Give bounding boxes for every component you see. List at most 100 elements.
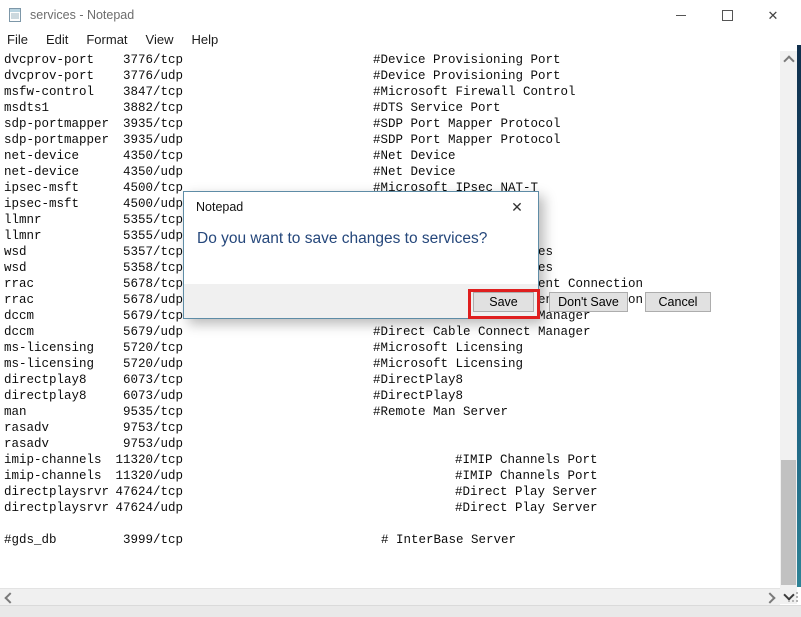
text-line: dvcprov-port3776/udp#Device Provisioning… [0, 68, 780, 84]
service-comment: #DirectPlay8 [373, 373, 463, 387]
text-line: rasadv9753/tcp [0, 420, 780, 436]
service-port: 6073/udp [0, 389, 183, 403]
text-line: net-device4350/udp#Net Device [0, 164, 780, 180]
scroll-right-button[interactable] [763, 589, 780, 606]
chevron-right-icon [764, 592, 775, 603]
service-comment: #DirectPlay8 [373, 389, 463, 403]
dialog-button-strip: SaveDon't SaveCancel [184, 284, 538, 318]
service-comment: #IMIP Channels Port [455, 469, 598, 483]
text-line: sdp-portmapper3935/tcp#SDP Port Mapper P… [0, 116, 780, 132]
service-comment: #IMIP Channels Port [455, 453, 598, 467]
menu-item-edit[interactable]: Edit [37, 30, 77, 50]
service-port: 5679/udp [0, 325, 183, 339]
text-line: dvcprov-port3776/tcp#Device Provisioning… [0, 52, 780, 68]
text-line: msfw-control3847/tcp#Microsoft Firewall … [0, 84, 780, 100]
text-line [0, 516, 780, 532]
service-port: 4350/tcp [0, 149, 183, 163]
save-changes-dialog: Notepad ✕ Do you want to save changes to… [183, 191, 539, 319]
highlight-annotation-box [468, 289, 540, 319]
menu-item-help[interactable]: Help [182, 30, 227, 50]
service-comment: #Direct Cable Connect Manager [373, 325, 591, 339]
service-port: 5357/tcp [0, 245, 183, 259]
menu-item-file[interactable]: File [0, 30, 37, 50]
close-icon: ✕ [768, 9, 779, 22]
service-port: 3776/udp [0, 69, 183, 83]
maximize-button[interactable] [704, 0, 750, 30]
chevron-up-icon [783, 55, 794, 66]
save-button[interactable]: Save [473, 292, 534, 312]
text-line: imip-channels11320/tcp#IMIP Channels Por… [0, 452, 780, 468]
cancel-button[interactable]: Cancel [645, 292, 711, 312]
service-port: 5678/udp [0, 293, 183, 307]
service-comment: #Device Provisioning Port [373, 69, 561, 83]
service-port: 3935/tcp [0, 117, 183, 131]
service-comment: #DTS Service Port [373, 101, 501, 115]
text-line: #gds_db3999/tcp# InterBase Server [0, 532, 780, 548]
dialog-title: Notepad [196, 200, 243, 214]
service-comment: #SDP Port Mapper Protocol [373, 117, 561, 131]
vertical-scroll-thumb[interactable] [781, 460, 796, 585]
service-comment: #Net Device [373, 165, 456, 179]
window-title: services - Notepad [30, 8, 134, 22]
vertical-scrollbar[interactable] [780, 51, 797, 604]
service-comment: es [538, 245, 553, 259]
service-port: 11320/tcp [0, 453, 183, 467]
service-port: 11320/udp [0, 469, 183, 483]
menu-item-format[interactable]: Format [77, 30, 136, 50]
text-editor-area[interactable]: dvcprov-port3776/tcp#Device Provisioning… [0, 51, 780, 588]
dialog-close-button[interactable]: ✕ [506, 196, 528, 218]
service-port: 9753/tcp [0, 421, 183, 435]
service-port: 3935/udp [0, 133, 183, 147]
don-t-save-button[interactable]: Don't Save [549, 292, 628, 312]
service-comment: #Microsoft Licensing [373, 357, 523, 371]
close-button[interactable]: ✕ [750, 0, 796, 30]
service-port: 5720/udp [0, 357, 183, 371]
dialog-message: Do you want to save changes to services? [197, 230, 487, 248]
scroll-up-button[interactable] [780, 51, 797, 68]
maximize-icon [722, 10, 733, 21]
service-port: 3999/tcp [0, 533, 183, 547]
service-comment: #Net Device [373, 149, 456, 163]
menu-item-view[interactable]: View [137, 30, 183, 50]
service-port: 5678/tcp [0, 277, 183, 291]
text-line: man9535/tcp#Remote Man Server [0, 404, 780, 420]
service-port: 9753/udp [0, 437, 183, 451]
text-line: dccm5679/udp#Direct Cable Connect Manage… [0, 324, 780, 340]
chevron-left-icon [4, 592, 15, 603]
text-line: directplaysrvr47624/udp#Direct Play Serv… [0, 500, 780, 516]
service-comment: # InterBase Server [381, 533, 516, 547]
service-port: 3847/tcp [0, 85, 183, 99]
service-port: 5679/tcp [0, 309, 183, 323]
service-comment: #Microsoft Licensing [373, 341, 523, 355]
resize-grip[interactable] [788, 592, 798, 602]
text-line: ms-licensing5720/tcp#Microsoft Licensing [0, 340, 780, 356]
text-line: rasadv9753/udp [0, 436, 780, 452]
service-port: 4350/udp [0, 165, 183, 179]
window-controls: ✕ [658, 0, 796, 30]
menu-bar: FileEditFormatViewHelp [0, 30, 801, 50]
title-bar[interactable]: services - Notepad ✕ [0, 0, 801, 30]
text-line: msdts13882/tcp#DTS Service Port [0, 100, 780, 116]
service-port: 5720/tcp [0, 341, 183, 355]
service-port: 3776/tcp [0, 53, 183, 67]
service-port: 9535/tcp [0, 405, 183, 419]
horizontal-scrollbar[interactable] [0, 588, 780, 606]
text-line: imip-channels11320/udp#IMIP Channels Por… [0, 468, 780, 484]
service-port: 5355/udp [0, 229, 183, 243]
service-port: 4500/tcp [0, 181, 183, 195]
service-port: 6073/tcp [0, 373, 183, 387]
service-comment: ent Connection [538, 277, 643, 291]
minimize-button[interactable] [658, 0, 704, 30]
service-comment: #Device Provisioning Port [373, 53, 561, 67]
text-line: directplay86073/udp#DirectPlay8 [0, 388, 780, 404]
service-comment: #Remote Man Server [373, 405, 508, 419]
text-line: ms-licensing5720/udp#Microsoft Licensing [0, 356, 780, 372]
service-port: 47624/udp [0, 501, 183, 515]
scroll-left-button[interactable] [0, 589, 17, 606]
text-line: sdp-portmapper3935/udp#SDP Port Mapper P… [0, 132, 780, 148]
text-line: directplay86073/tcp#DirectPlay8 [0, 372, 780, 388]
text-line: net-device4350/tcp#Net Device [0, 148, 780, 164]
service-comment: #SDP Port Mapper Protocol [373, 133, 561, 147]
dialog-close-icon: ✕ [511, 199, 523, 216]
service-comment: es [538, 261, 553, 275]
